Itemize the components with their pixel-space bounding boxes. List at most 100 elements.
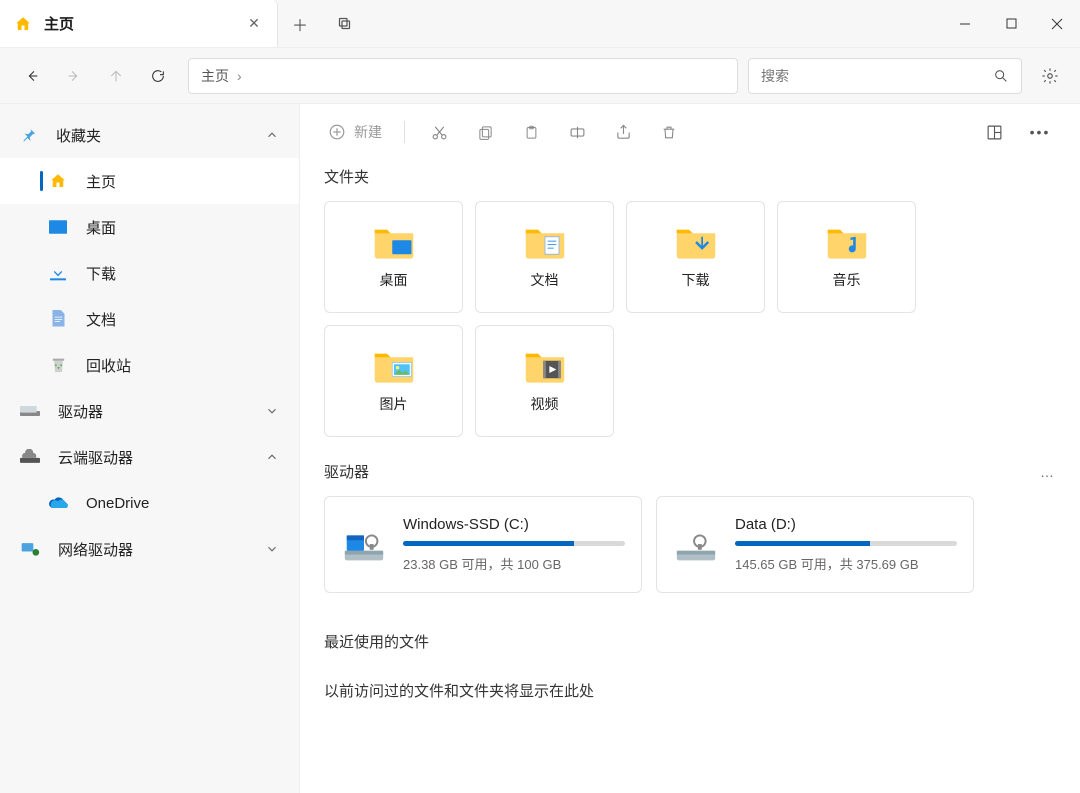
folder-label: 文档 [531, 270, 559, 290]
desktop-icon [48, 220, 68, 234]
delete-button[interactable] [649, 114, 689, 150]
sidebar-item-label: 主页 [86, 171, 116, 192]
network-header[interactable]: 网络驱动器 [0, 526, 299, 572]
folder-downloads-icon [675, 224, 717, 260]
minimize-button[interactable] [942, 0, 988, 47]
refresh-button[interactable] [138, 56, 178, 96]
chevron-down-icon [265, 542, 279, 556]
drive-usage-bar [735, 541, 957, 546]
title-bar: 主页 ✕ ＋ [0, 0, 1080, 48]
folder-music[interactable]: 音乐 [777, 201, 916, 313]
search-icon [993, 68, 1009, 84]
folder-videos[interactable]: 视频 [475, 325, 614, 437]
recent-empty-text: 以前访问过的文件和文件夹将显示在此处 [300, 662, 1080, 719]
sidebar-item-label: 回收站 [86, 355, 131, 376]
close-button[interactable] [1034, 0, 1080, 47]
sidebar-item-downloads[interactable]: 下载 [0, 250, 299, 296]
chevron-up-icon [265, 128, 279, 142]
sidebar-item-label: 下载 [86, 263, 116, 284]
sidebar: 收藏夹 主页 桌面 下载 文档 回收站 驱动器 [0, 104, 300, 793]
sidebar-item-documents[interactable]: 文档 [0, 296, 299, 342]
drives-grid: Windows-SSD (C:) 23.38 GB 可用，共 100 GB Da… [300, 496, 1080, 613]
sidebar-item-recycle[interactable]: 回收站 [0, 342, 299, 388]
new-button[interactable]: 新建 [320, 116, 390, 148]
cloud-drive-icon [20, 449, 40, 465]
plus-circle-icon [328, 123, 346, 141]
maximize-button[interactable] [988, 0, 1034, 47]
search-input[interactable] [761, 68, 993, 84]
tab-title: 主页 [44, 13, 233, 34]
drive-d[interactable]: Data (D:) 145.65 GB 可用，共 375.69 GB [656, 496, 974, 593]
recent-section-title: 最近使用的文件 [300, 613, 1080, 662]
folder-desktop[interactable]: 桌面 [324, 201, 463, 313]
download-icon [48, 264, 68, 282]
drives-section-title: 驱动器 [324, 461, 369, 482]
drives-more-button[interactable]: … [1040, 464, 1056, 480]
folder-pictures[interactable]: 图片 [324, 325, 463, 437]
drive-name: Windows-SSD (C:) [403, 516, 625, 533]
settings-button[interactable] [1032, 58, 1068, 94]
back-button[interactable] [12, 56, 52, 96]
drives-label: 驱动器 [58, 401, 103, 422]
folder-label: 图片 [380, 394, 408, 414]
body: 收藏夹 主页 桌面 下载 文档 回收站 驱动器 [0, 104, 1080, 793]
main-content: 新建 ••• 文件夹 桌面 文档 [300, 104, 1080, 793]
favorites-header[interactable]: 收藏夹 [0, 112, 299, 158]
pin-icon [20, 126, 38, 144]
drive-body: Windows-SSD (C:) 23.38 GB 可用，共 100 GB [403, 516, 625, 573]
cut-button[interactable] [419, 114, 459, 150]
home-icon [48, 172, 68, 190]
search-box[interactable] [748, 58, 1022, 94]
layout-button[interactable] [974, 114, 1014, 150]
separator [404, 121, 405, 143]
folder-videos-icon [524, 348, 566, 384]
tab-actions: ＋ [278, 0, 366, 47]
drive-usage-text: 145.65 GB 可用，共 375.69 GB [735, 554, 957, 573]
folder-documents[interactable]: 文档 [475, 201, 614, 313]
more-button[interactable]: ••• [1020, 114, 1060, 150]
copy-button[interactable] [465, 114, 505, 150]
cloud-label: 云端驱动器 [58, 447, 133, 468]
duplicate-tab-button[interactable] [322, 16, 366, 31]
share-button[interactable] [603, 114, 643, 150]
close-tab-icon[interactable]: ✕ [245, 15, 263, 33]
folder-label: 下载 [682, 270, 710, 290]
window-controls [942, 0, 1080, 47]
folder-label: 视频 [531, 394, 559, 414]
sidebar-item-desktop[interactable]: 桌面 [0, 204, 299, 250]
drives-header[interactable]: 驱动器 [0, 388, 299, 434]
drive-usage-bar [403, 541, 625, 546]
network-icon [20, 541, 40, 557]
drive-icon [20, 404, 40, 418]
folder-music-icon [826, 224, 868, 260]
home-icon [14, 15, 32, 33]
new-tab-button[interactable]: ＋ [278, 12, 322, 36]
folder-downloads[interactable]: 下载 [626, 201, 765, 313]
favorites-label: 收藏夹 [56, 125, 101, 146]
breadcrumb[interactable]: 主页 › [188, 58, 738, 94]
cloud-header[interactable]: 云端驱动器 [0, 434, 299, 480]
drive-name: Data (D:) [735, 516, 957, 533]
tab-home[interactable]: 主页 ✕ [0, 0, 278, 47]
folder-desktop-icon [373, 224, 415, 260]
drive-body: Data (D:) 145.65 GB 可用，共 375.69 GB [735, 516, 957, 573]
sidebar-item-onedrive[interactable]: OneDrive [0, 480, 299, 526]
drive-icon [341, 522, 387, 568]
network-label: 网络驱动器 [58, 539, 133, 560]
sidebar-item-label: 桌面 [86, 217, 116, 238]
drives-section-header: 驱动器 … [300, 455, 1080, 496]
rename-button[interactable] [557, 114, 597, 150]
drive-icon [673, 522, 719, 568]
up-button[interactable] [96, 56, 136, 96]
breadcrumb-segment: 主页 [201, 66, 229, 86]
sidebar-item-home[interactable]: 主页 [0, 158, 299, 204]
forward-button[interactable] [54, 56, 94, 96]
nav-bar: 主页 › [0, 48, 1080, 104]
folder-documents-icon [524, 224, 566, 260]
chevron-down-icon [265, 404, 279, 418]
folder-label: 音乐 [833, 270, 861, 290]
recycle-icon [48, 356, 68, 374]
drive-c[interactable]: Windows-SSD (C:) 23.38 GB 可用，共 100 GB [324, 496, 642, 593]
chevron-right-icon: › [237, 68, 242, 84]
paste-button[interactable] [511, 114, 551, 150]
